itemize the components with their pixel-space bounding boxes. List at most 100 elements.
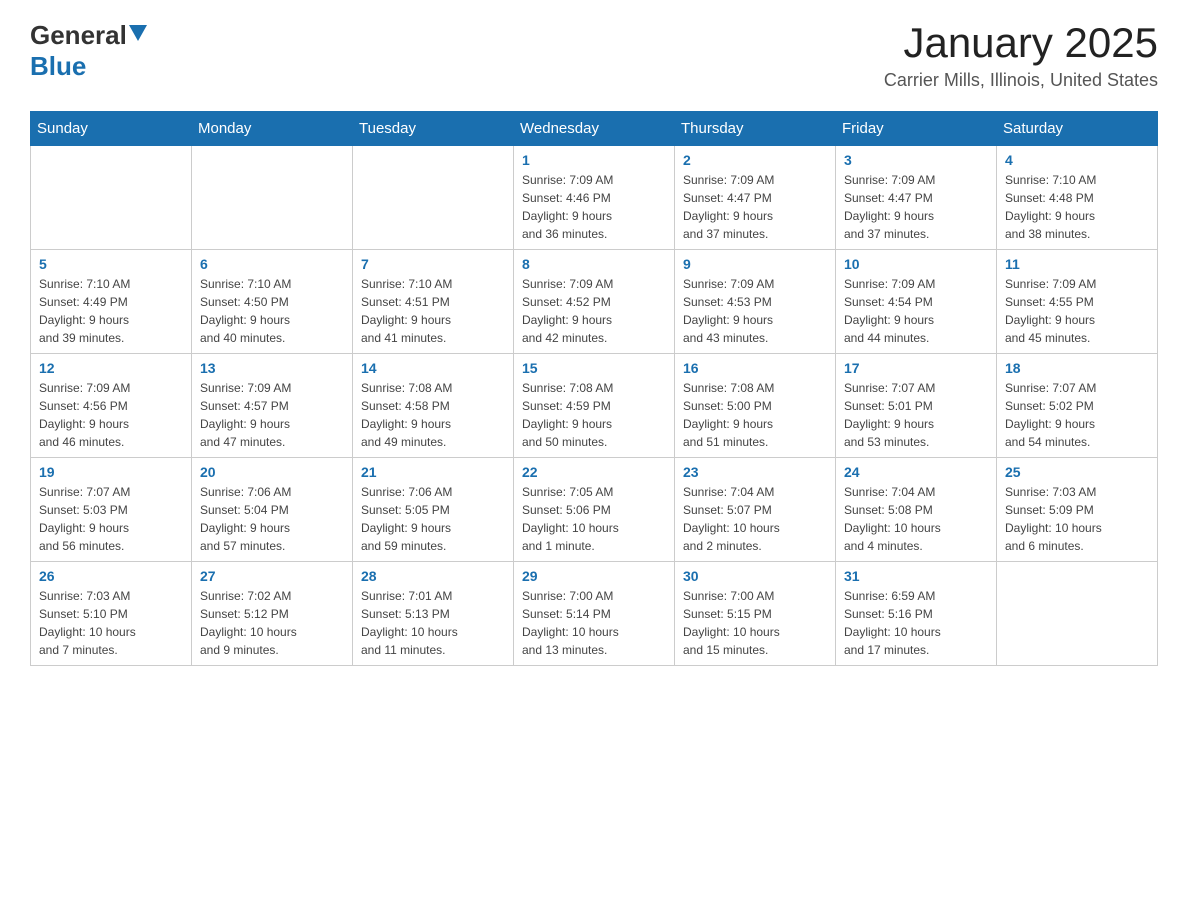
day-info: Sunrise: 7:09 AM Sunset: 4:52 PM Dayligh… (522, 275, 666, 347)
calendar-header-friday: Friday (836, 112, 997, 146)
calendar-cell: 2 Sunrise: 7:09 AM Sunset: 4:47 PM Daylig… (675, 146, 836, 250)
calendar-week-row: 12 Sunrise: 7:09 AM Sunset: 4:56 PM Dayli… (31, 354, 1158, 458)
day-number: 14 (361, 360, 505, 376)
day-info: Sunrise: 7:06 AM Sunset: 5:05 PM Dayligh… (361, 483, 505, 555)
day-number: 8 (522, 256, 666, 272)
day-info: Sunrise: 7:02 AM Sunset: 5:12 PM Dayligh… (200, 587, 344, 659)
calendar-cell: 28Sunrise: 7:01 AM Sunset: 5:13 PM Dayli… (353, 562, 514, 666)
calendar-cell: 16Sunrise: 7:08 AM Sunset: 5:00 PM Dayli… (675, 354, 836, 458)
calendar-cell (31, 146, 192, 250)
page-subtitle: Carrier Mills, Illinois, United States (884, 70, 1158, 91)
day-number: 16 (683, 360, 827, 376)
page-title: January 2025 (884, 20, 1158, 66)
day-info: Sunrise: 7:08 AM Sunset: 4:59 PM Dayligh… (522, 379, 666, 451)
day-number: 11 (1005, 256, 1149, 272)
day-number: 20 (200, 464, 344, 480)
day-info: Sunrise: 7:09 AM Sunset: 4:54 PM Dayligh… (844, 275, 988, 347)
day-info: Sunrise: 7:10 AM Sunset: 4:51 PM Dayligh… (361, 275, 505, 347)
calendar-cell: 20 Sunrise: 7:06 AM Sunset: 5:04 PM Dayli… (192, 458, 353, 562)
day-info: Sunrise: 7:09 AM Sunset: 4:56 PM Dayligh… (39, 379, 183, 451)
day-number: 30 (683, 568, 827, 584)
day-number: 3 (844, 152, 988, 168)
day-number: 31 (844, 568, 988, 584)
day-info: Sunrise: 7:01 AM Sunset: 5:13 PM Dayligh… (361, 587, 505, 659)
day-number: 1 (522, 152, 666, 168)
calendar-cell: 13 Sunrise: 7:09 AM Sunset: 4:57 PM Dayli… (192, 354, 353, 458)
day-info: Sunrise: 7:07 AM Sunset: 5:01 PM Dayligh… (844, 379, 988, 451)
day-info: Sunrise: 7:03 AM Sunset: 5:09 PM Dayligh… (1005, 483, 1149, 555)
calendar-cell: 6 Sunrise: 7:10 AM Sunset: 4:50 PM Daylig… (192, 250, 353, 354)
day-number: 18 (1005, 360, 1149, 376)
day-info: Sunrise: 7:07 AM Sunset: 5:02 PM Dayligh… (1005, 379, 1149, 451)
day-number: 24 (844, 464, 988, 480)
calendar-cell: 7 Sunrise: 7:10 AM Sunset: 4:51 PM Daylig… (353, 250, 514, 354)
day-info: Sunrise: 7:00 AM Sunset: 5:15 PM Dayligh… (683, 587, 827, 659)
day-number: 23 (683, 464, 827, 480)
day-info: Sunrise: 7:07 AM Sunset: 5:03 PM Dayligh… (39, 483, 183, 555)
day-number: 22 (522, 464, 666, 480)
logo-triangle-icon (129, 25, 147, 46)
day-info: Sunrise: 7:10 AM Sunset: 4:50 PM Dayligh… (200, 275, 344, 347)
logo: General Blue (30, 20, 147, 82)
day-info: Sunrise: 7:04 AM Sunset: 5:08 PM Dayligh… (844, 483, 988, 555)
day-number: 21 (361, 464, 505, 480)
calendar-cell: 25 Sunrise: 7:03 AM Sunset: 5:09 PM Dayli… (997, 458, 1158, 562)
calendar-header-wednesday: Wednesday (514, 112, 675, 146)
day-info: Sunrise: 7:08 AM Sunset: 4:58 PM Dayligh… (361, 379, 505, 451)
calendar-cell: 8 Sunrise: 7:09 AM Sunset: 4:52 PM Daylig… (514, 250, 675, 354)
calendar-cell: 3 Sunrise: 7:09 AM Sunset: 4:47 PM Daylig… (836, 146, 997, 250)
day-info: Sunrise: 6:59 AM Sunset: 5:16 PM Dayligh… (844, 587, 988, 659)
day-number: 26 (39, 568, 183, 584)
calendar-cell (353, 146, 514, 250)
calendar-cell: 19Sunrise: 7:07 AM Sunset: 5:03 PM Dayli… (31, 458, 192, 562)
logo-blue-text: Blue (30, 51, 86, 81)
calendar-cell: 17Sunrise: 7:07 AM Sunset: 5:01 PM Dayli… (836, 354, 997, 458)
day-info: Sunrise: 7:00 AM Sunset: 5:14 PM Dayligh… (522, 587, 666, 659)
day-info: Sunrise: 7:09 AM Sunset: 4:46 PM Dayligh… (522, 171, 666, 243)
day-number: 4 (1005, 152, 1149, 168)
calendar-week-row: 26 Sunrise: 7:03 AM Sunset: 5:10 PM Dayli… (31, 562, 1158, 666)
calendar-cell: 26 Sunrise: 7:03 AM Sunset: 5:10 PM Dayli… (31, 562, 192, 666)
day-number: 29 (522, 568, 666, 584)
title-area: January 2025 Carrier Mills, Illinois, Un… (884, 20, 1158, 91)
calendar-week-row: 19Sunrise: 7:07 AM Sunset: 5:03 PM Dayli… (31, 458, 1158, 562)
calendar-cell (192, 146, 353, 250)
calendar-cell: 21 Sunrise: 7:06 AM Sunset: 5:05 PM Dayli… (353, 458, 514, 562)
calendar-cell: 18 Sunrise: 7:07 AM Sunset: 5:02 PM Dayli… (997, 354, 1158, 458)
calendar-cell (997, 562, 1158, 666)
day-info: Sunrise: 7:10 AM Sunset: 4:49 PM Dayligh… (39, 275, 183, 347)
day-info: Sunrise: 7:04 AM Sunset: 5:07 PM Dayligh… (683, 483, 827, 555)
day-number: 2 (683, 152, 827, 168)
day-number: 12 (39, 360, 183, 376)
header: General Blue January 2025 Carrier Mills,… (30, 20, 1158, 91)
calendar-cell: 15 Sunrise: 7:08 AM Sunset: 4:59 PM Dayli… (514, 354, 675, 458)
day-info: Sunrise: 7:09 AM Sunset: 4:47 PM Dayligh… (683, 171, 827, 243)
day-number: 10 (844, 256, 988, 272)
calendar-header-saturday: Saturday (997, 112, 1158, 146)
day-info: Sunrise: 7:09 AM Sunset: 4:57 PM Dayligh… (200, 379, 344, 451)
day-info: Sunrise: 7:06 AM Sunset: 5:04 PM Dayligh… (200, 483, 344, 555)
calendar-cell: 29 Sunrise: 7:00 AM Sunset: 5:14 PM Dayli… (514, 562, 675, 666)
day-number: 6 (200, 256, 344, 272)
day-info: Sunrise: 7:09 AM Sunset: 4:47 PM Dayligh… (844, 171, 988, 243)
calendar-cell: 11 Sunrise: 7:09 AM Sunset: 4:55 PM Dayli… (997, 250, 1158, 354)
day-number: 13 (200, 360, 344, 376)
calendar-header-thursday: Thursday (675, 112, 836, 146)
calendar-cell: 12 Sunrise: 7:09 AM Sunset: 4:56 PM Dayli… (31, 354, 192, 458)
calendar-cell: 4Sunrise: 7:10 AM Sunset: 4:48 PM Daylig… (997, 146, 1158, 250)
day-info: Sunrise: 7:03 AM Sunset: 5:10 PM Dayligh… (39, 587, 183, 659)
day-number: 15 (522, 360, 666, 376)
calendar-cell: 24 Sunrise: 7:04 AM Sunset: 5:08 PM Dayli… (836, 458, 997, 562)
calendar-cell: 14 Sunrise: 7:08 AM Sunset: 4:58 PM Dayli… (353, 354, 514, 458)
calendar-header-tuesday: Tuesday (353, 112, 514, 146)
calendar-header-monday: Monday (192, 112, 353, 146)
calendar-table: SundayMondayTuesdayWednesdayThursdayFrid… (30, 111, 1158, 666)
calendar-cell: 10 Sunrise: 7:09 AM Sunset: 4:54 PM Dayli… (836, 250, 997, 354)
logo-general-text: General (30, 20, 127, 51)
day-number: 27 (200, 568, 344, 584)
day-info: Sunrise: 7:09 AM Sunset: 4:55 PM Dayligh… (1005, 275, 1149, 347)
day-number: 7 (361, 256, 505, 272)
calendar-cell: 23 Sunrise: 7:04 AM Sunset: 5:07 PM Dayli… (675, 458, 836, 562)
day-number: 25 (1005, 464, 1149, 480)
calendar-cell: 22Sunrise: 7:05 AM Sunset: 5:06 PM Dayli… (514, 458, 675, 562)
